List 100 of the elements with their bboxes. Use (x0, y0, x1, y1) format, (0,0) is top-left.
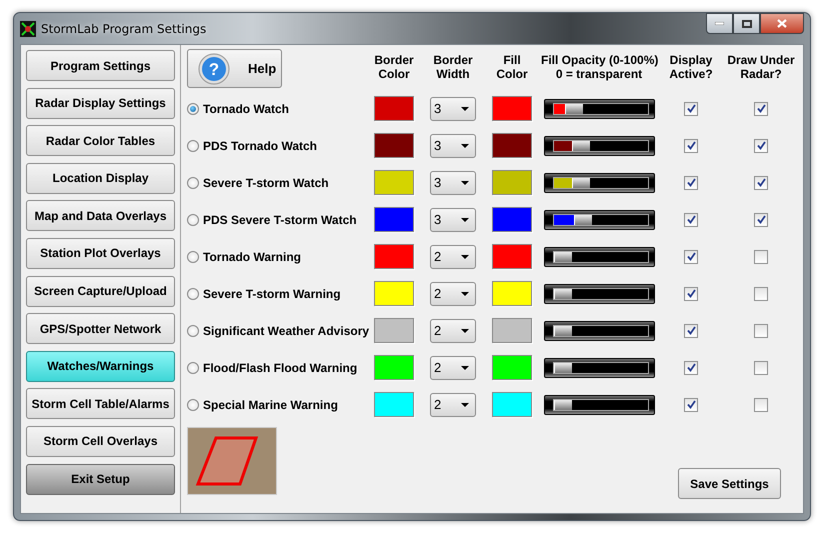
opacity-slider[interactable] (544, 98, 654, 118)
column-header: Draw Under Radar? (726, 53, 796, 81)
opacity-slider[interactable] (544, 172, 654, 192)
sidebar-button[interactable]: Radar Display Settings (26, 88, 175, 119)
sidebar-button[interactable]: GPS/Spotter Network (26, 313, 175, 344)
display-active-checkbox[interactable] (684, 360, 698, 374)
draw-under-radar-checkbox[interactable] (754, 102, 768, 116)
width-dropdown[interactable]: 2 (430, 356, 476, 380)
fill-color-swatch[interactable] (492, 355, 532, 380)
sidebar-button[interactable]: Map and Data Overlays (26, 200, 175, 232)
caret-icon (461, 328, 469, 332)
border-color-swatch[interactable] (374, 318, 414, 343)
caret-icon (461, 144, 469, 148)
radio-button[interactable] (187, 250, 199, 262)
sidebar-button[interactable]: Exit Setup (26, 464, 175, 495)
border-color-swatch[interactable] (374, 170, 414, 195)
width-dropdown[interactable]: 2 (430, 392, 476, 416)
sidebar-button[interactable]: Screen Capture/Upload (26, 276, 175, 307)
radio-button[interactable] (187, 324, 199, 336)
checkmark-icon (756, 141, 766, 150)
draw-under-radar-checkbox[interactable] (754, 176, 768, 190)
opacity-slider[interactable] (544, 246, 654, 266)
minimize-button[interactable] (706, 13, 733, 34)
draw-under-radar-checkbox[interactable] (754, 360, 768, 374)
help-button[interactable]: ? Help (187, 49, 282, 88)
radio-button[interactable] (187, 102, 199, 114)
fill-color-swatch[interactable] (492, 244, 532, 269)
radio-button[interactable] (187, 288, 199, 300)
border-color-swatch[interactable] (374, 281, 414, 306)
fill-color-swatch[interactable] (492, 133, 532, 158)
sidebar-button[interactable]: Radar Color Tables (26, 125, 175, 156)
display-active-checkbox[interactable] (684, 102, 698, 116)
opacity-slider[interactable] (544, 320, 654, 340)
fill-color-swatch[interactable] (492, 96, 532, 121)
draw-under-radar-checkbox[interactable] (754, 212, 768, 226)
border-color-swatch[interactable] (374, 133, 414, 158)
sidebar-button[interactable]: Location Display (26, 162, 175, 194)
slider-thumb[interactable] (554, 400, 572, 410)
display-active-checkbox[interactable] (684, 286, 698, 300)
window-title: StormLab Program Settings (41, 22, 206, 36)
display-active-checkbox[interactable] (684, 324, 698, 338)
radio-button[interactable] (187, 362, 199, 374)
width-dropdown[interactable]: 3 (430, 170, 476, 194)
close-button[interactable] (760, 13, 804, 34)
border-color-swatch[interactable] (374, 244, 414, 269)
sidebar-button[interactable]: Program Settings (26, 50, 175, 81)
draw-under-radar-checkbox[interactable] (754, 324, 768, 338)
width-dropdown[interactable]: 3 (430, 208, 476, 232)
width-dropdown[interactable]: 2 (430, 244, 476, 268)
display-active-checkbox[interactable] (684, 212, 698, 226)
width-dropdown[interactable]: 2 (430, 318, 476, 342)
slider-thumb[interactable] (564, 104, 583, 114)
save-settings-button[interactable]: Save Settings (678, 468, 781, 499)
slider-thumb[interactable] (554, 288, 572, 298)
fill-color-swatch[interactable] (492, 281, 532, 306)
border-color-swatch[interactable] (374, 355, 414, 380)
fill-color-swatch[interactable] (492, 170, 532, 195)
draw-under-radar-checkbox[interactable] (754, 286, 768, 300)
opacity-slider[interactable] (544, 358, 654, 378)
border-color-swatch[interactable] (374, 207, 414, 232)
fill-color-swatch[interactable] (492, 318, 532, 343)
opacity-slider[interactable] (544, 210, 654, 230)
sidebar-button[interactable]: Station Plot Overlays (26, 238, 175, 269)
slider-thumb[interactable] (572, 178, 590, 188)
help-icon: ? (198, 52, 230, 84)
border-color-swatch[interactable] (374, 392, 414, 417)
slider-thumb[interactable] (554, 252, 572, 262)
fill-color-swatch[interactable] (492, 392, 532, 417)
fill-color-swatch[interactable] (492, 207, 532, 232)
draw-under-radar-checkbox[interactable] (754, 250, 768, 264)
checkmark-icon (686, 215, 696, 224)
display-active-checkbox[interactable] (684, 138, 698, 152)
radio-button[interactable] (187, 398, 199, 410)
opacity-slider[interactable] (544, 136, 654, 156)
slider-thumb[interactable] (574, 214, 592, 224)
radio-button[interactable] (187, 176, 199, 188)
radio-button[interactable] (187, 140, 199, 152)
slider-thumb[interactable] (554, 362, 572, 372)
checkmark-icon (756, 215, 766, 224)
draw-under-radar-checkbox[interactable] (754, 138, 768, 152)
draw-under-radar-checkbox[interactable] (754, 398, 768, 412)
slider-thumb[interactable] (554, 326, 572, 336)
display-active-checkbox[interactable] (684, 250, 698, 264)
width-dropdown[interactable]: 3 (430, 96, 476, 120)
border-color-swatch[interactable] (374, 96, 414, 121)
maximize-button[interactable] (733, 13, 760, 34)
checkmark-icon (686, 252, 696, 261)
display-active-checkbox[interactable] (684, 176, 698, 190)
slider-thumb[interactable] (572, 140, 590, 150)
radio-button[interactable] (187, 214, 199, 226)
opacity-slider[interactable] (544, 284, 654, 304)
width-dropdown[interactable]: 2 (430, 282, 476, 306)
display-active-checkbox[interactable] (684, 398, 698, 412)
sidebar-button[interactable]: Watches/Warnings (26, 350, 175, 382)
sidebar-button[interactable]: Storm Cell Overlays (26, 426, 175, 457)
sidebar-button[interactable]: Storm Cell Table/Alarms (26, 388, 175, 420)
warning-type-label: PDS Severe T-storm Watch (203, 212, 357, 226)
opacity-slider[interactable] (544, 394, 654, 414)
caret-icon (461, 218, 469, 222)
width-dropdown[interactable]: 3 (430, 134, 476, 158)
